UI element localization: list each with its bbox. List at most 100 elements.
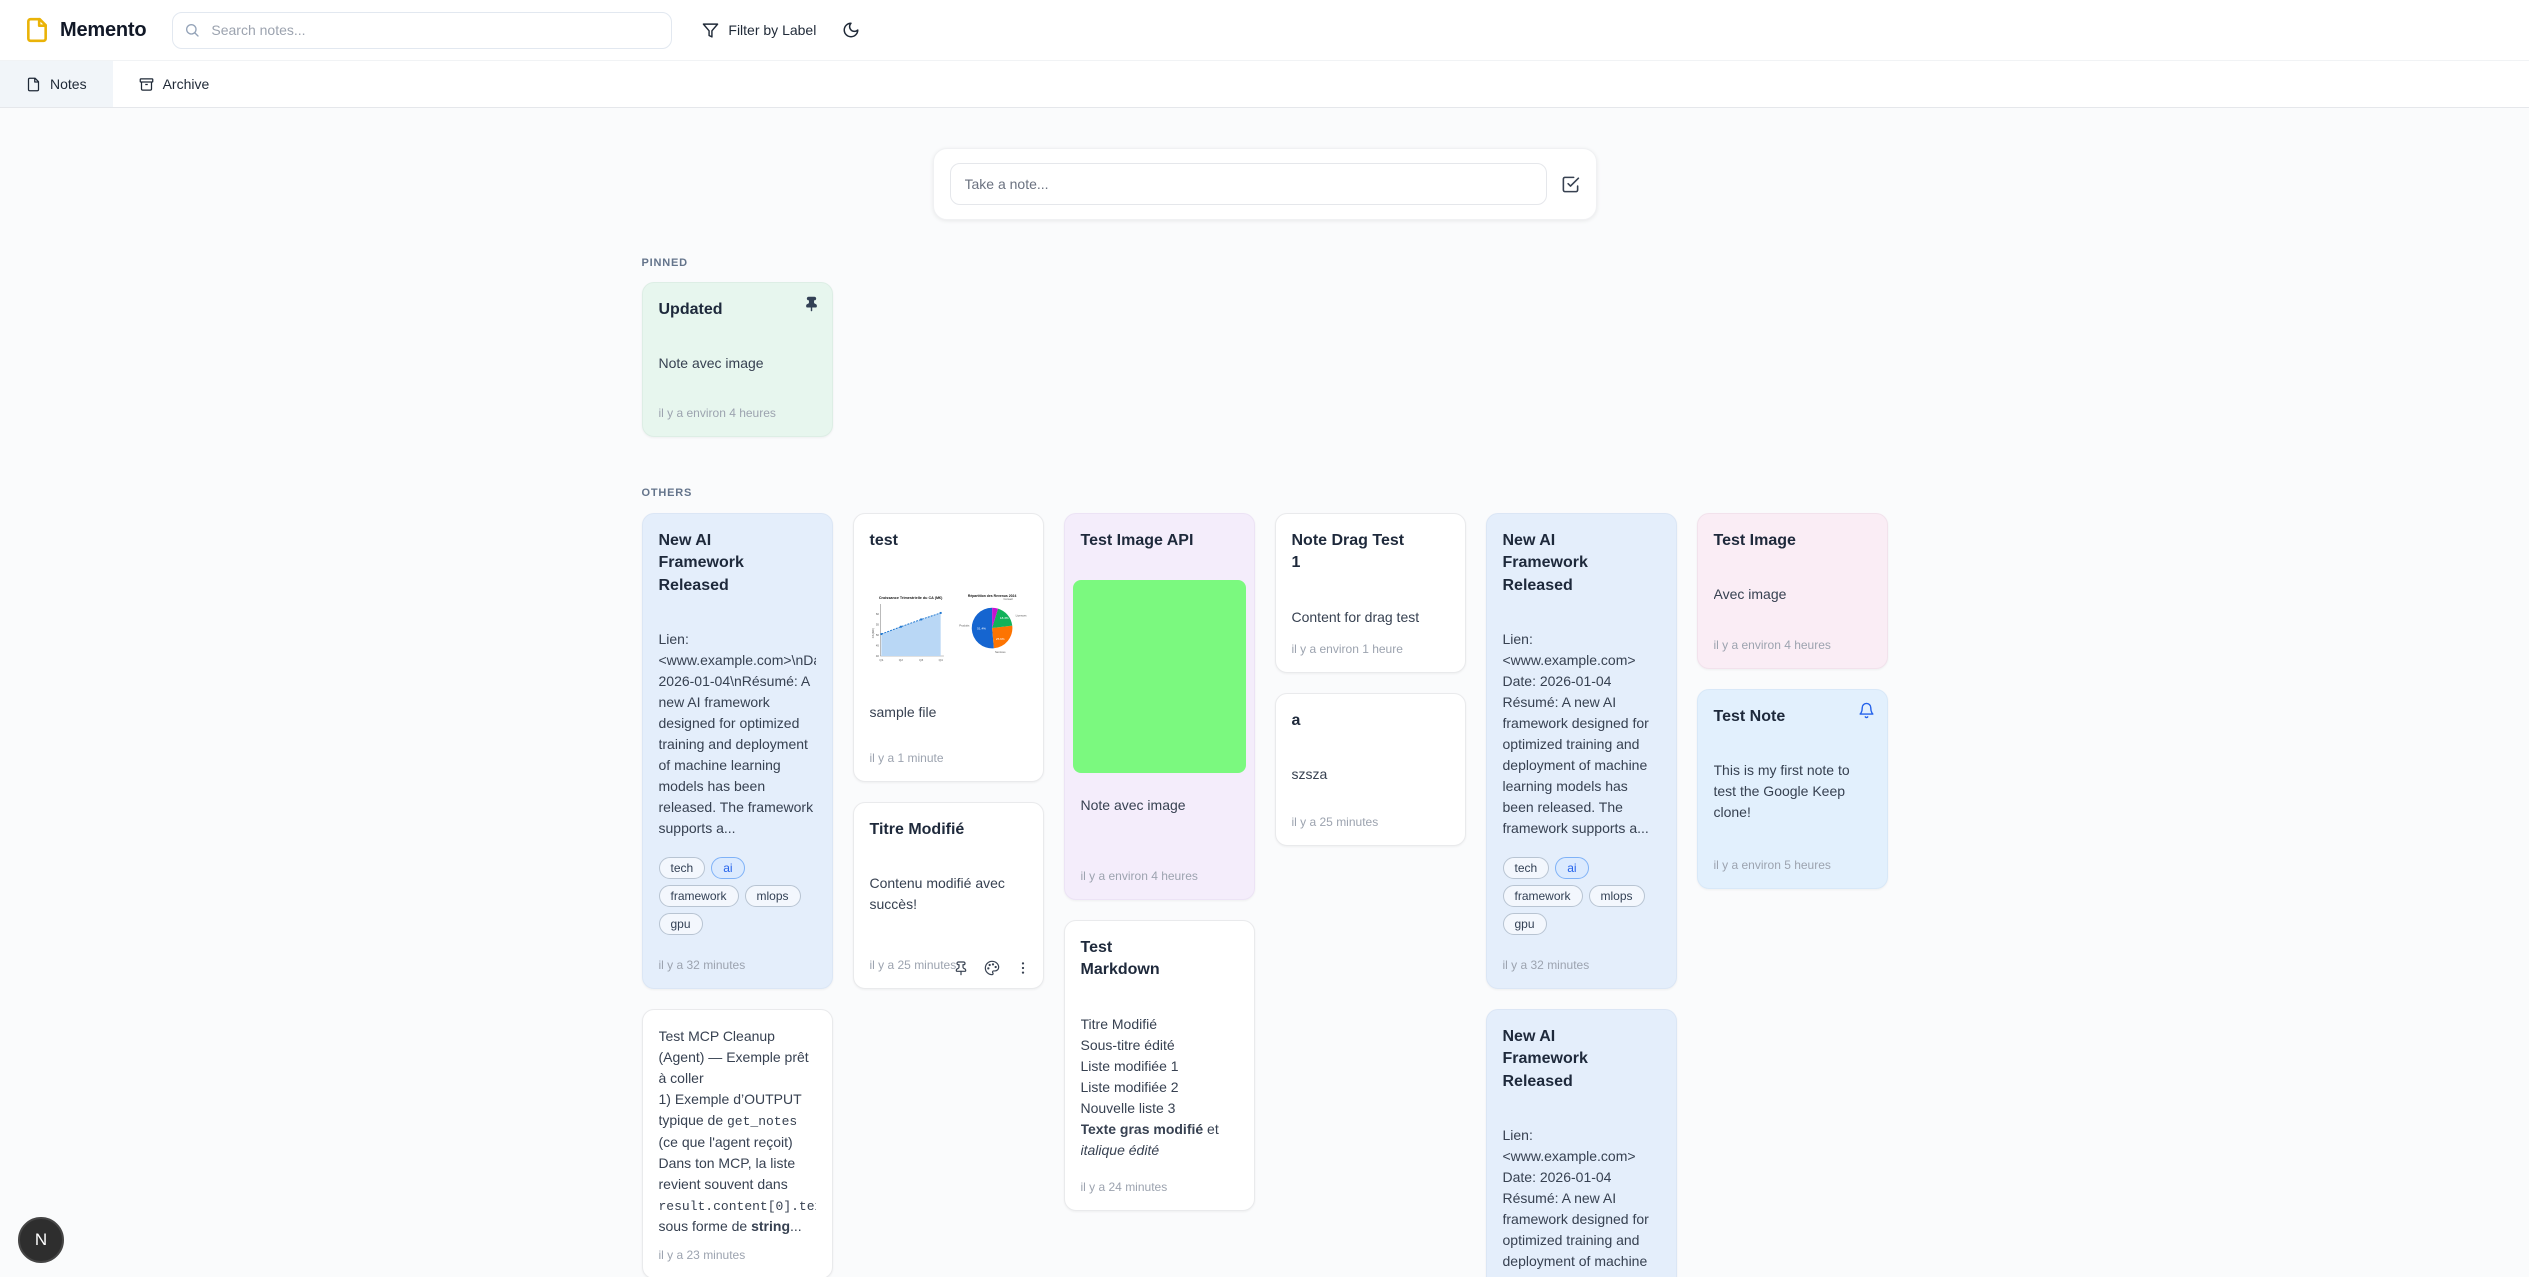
note-card-test[interactable]: test Croissance Trimestrielle du CA (M€): [853, 513, 1044, 782]
note-content: Titre Modifié Sous-titre édité Liste mod…: [1081, 1014, 1238, 1166]
file-icon: [26, 77, 41, 92]
note-logo-icon: [24, 17, 50, 43]
search-box: [172, 12, 672, 49]
label-chip[interactable]: ai: [711, 857, 744, 879]
note-image-green: [1073, 580, 1246, 773]
note-card-new-ai-framework-3[interactable]: New AI Framework Released Lien: <www.exa…: [1486, 1009, 1677, 1277]
note-title: Note Drag Test 1: [1292, 530, 1449, 575]
svg-text:51.4%: 51.4%: [977, 627, 986, 631]
note-card-test-note[interactable]: Test Note This is my first note to test …: [1697, 689, 1888, 889]
label-chip[interactable]: tech: [659, 857, 706, 879]
svg-text:Produits: Produits: [960, 624, 971, 628]
note-content: sample file: [870, 702, 1027, 723]
reminder-bell-icon[interactable]: [1858, 702, 1875, 719]
app-title: Memento: [60, 19, 146, 42]
note-content: Avec image: [1714, 584, 1871, 605]
note-title: Test Note: [1714, 706, 1871, 728]
note-card-titre-modifie[interactable]: Titre Modifié Contenu modifié avec succè…: [853, 802, 1044, 989]
label-chip[interactable]: gpu: [659, 913, 703, 935]
note-content: Note avec image: [1081, 795, 1238, 816]
more-options-icon[interactable]: [1015, 960, 1031, 976]
note-card-test-mcp-cleanup[interactable]: Test MCP Cleanup (Agent) — Exemple prêt …: [642, 1009, 833, 1277]
note-title: Test Image API: [1081, 530, 1238, 552]
grid-column: Test Image API Note avec image il y a en…: [1064, 513, 1255, 1211]
take-a-note-input[interactable]: [950, 163, 1547, 205]
tab-archive-label: Archive: [163, 76, 210, 92]
app-header: Memento Filter by Label: [0, 0, 2529, 60]
note-timestamp: il y a 23 minutes: [659, 1248, 746, 1262]
pinned-section-label: PINNED: [642, 257, 1888, 269]
svg-text:Q4: Q4: [938, 658, 942, 662]
note-timestamp: il y a environ 4 heures: [659, 406, 776, 420]
label-chip[interactable]: tech: [1503, 857, 1550, 879]
note-title: New AI Framework Released: [1503, 1026, 1660, 1093]
note-card-a[interactable]: a szsza il y a 25 minutes: [1275, 693, 1466, 846]
checkbox-icon: [1561, 175, 1580, 194]
note-timestamp: il y a 1 minute: [870, 751, 944, 765]
archive-icon: [139, 77, 154, 92]
label-chip[interactable]: gpu: [1503, 913, 1547, 935]
note-content: This is my first note to test the Google…: [1714, 760, 1871, 823]
pin-outline-icon[interactable]: [953, 960, 969, 976]
svg-text:55: 55: [875, 623, 879, 627]
svg-text:Services: Services: [995, 651, 1006, 655]
moon-icon: [842, 21, 860, 39]
app-logo: Memento: [24, 17, 146, 43]
tab-archive[interactable]: Archive: [113, 61, 236, 107]
note-title: Updated: [659, 299, 816, 321]
svg-text:25.6%: 25.6%: [996, 638, 1005, 642]
note-card-test-image-api[interactable]: Test Image API Note avec image il y a en…: [1064, 513, 1255, 900]
main-area: PINNED Updated Note avec image il y a en…: [0, 108, 2529, 1277]
search-icon: [184, 22, 200, 38]
svg-text:45: 45: [875, 644, 879, 648]
label-chip[interactable]: ai: [1555, 857, 1588, 879]
grid-column: New AI Framework Released Lien: <www.exa…: [1486, 513, 1677, 1277]
dev-tools-button[interactable]: N: [18, 1217, 64, 1263]
others-section-label: OTHERS: [642, 487, 1888, 499]
label-chip[interactable]: mlops: [745, 885, 801, 907]
tab-notes[interactable]: Notes: [0, 61, 113, 107]
pin-icon[interactable]: [803, 295, 820, 312]
pie-chart-thumbnail: Répartition des Revenus 2024 51.4% 25.6%…: [958, 584, 1026, 664]
note-card-test-markdown[interactable]: Test Markdown Titre Modifié Sous-titre é…: [1064, 920, 1255, 1211]
svg-text:Licences: Licences: [1016, 614, 1027, 618]
filter-by-label-button[interactable]: Filter by Label: [702, 22, 816, 39]
svg-text:Q2: Q2: [898, 658, 902, 662]
note-timestamp: il y a 25 minutes: [1292, 815, 1379, 829]
label-chip[interactable]: framework: [659, 885, 739, 907]
grid-column: Test Image Avec image il y a environ 4 h…: [1697, 513, 1888, 889]
inline-code: result.content[0].tex: [659, 1199, 816, 1214]
note-card-note-drag-test[interactable]: Note Drag Test 1 Content for drag test i…: [1275, 513, 1466, 673]
note-timestamp: il y a 32 minutes: [1503, 958, 1590, 972]
note-title: New AI Framework Released: [1503, 530, 1660, 597]
notes-grid: New AI Framework Released Lien: <www.exa…: [642, 513, 1888, 1277]
new-checklist-button[interactable]: [1561, 175, 1580, 194]
label-chip[interactable]: mlops: [1589, 885, 1645, 907]
note-card-new-ai-framework-2[interactable]: New AI Framework Released Lien: <www.exa…: [1486, 513, 1677, 989]
note-content: Lien: <www.example.com>\nDate: 2026-01-0…: [659, 629, 816, 839]
grid-column: New AI Framework Released Lien: <www.exa…: [642, 513, 833, 1277]
svg-text:60: 60: [875, 612, 879, 616]
theme-toggle-button[interactable]: [842, 21, 860, 39]
note-title: Test Image: [1714, 530, 1871, 552]
note-content: Lien: <www.example.com> Date: 2026-01-04…: [1503, 629, 1660, 839]
note-card-updated[interactable]: Updated Note avec image il y a environ 4…: [642, 282, 833, 437]
note-timestamp: il y a environ 4 heures: [1714, 638, 1831, 652]
note-title: test: [870, 530, 1027, 552]
note-card-new-ai-framework[interactable]: New AI Framework Released Lien: <www.exa…: [642, 513, 833, 989]
note-card-test-image[interactable]: Test Image Avec image il y a environ 4 h…: [1697, 513, 1888, 669]
svg-text:Q1: Q1: [879, 658, 883, 662]
svg-text:40: 40: [875, 655, 879, 659]
svg-text:50: 50: [875, 633, 879, 637]
note-content: Test MCP Cleanup (Agent) — Exemple prêt …: [659, 1026, 816, 1234]
note-title: New AI Framework Released: [659, 530, 816, 597]
search-input[interactable]: [172, 12, 672, 49]
svg-text:4.7%: 4.7%: [992, 603, 999, 607]
svg-text:18.3%: 18.3%: [1000, 617, 1009, 621]
note-timestamp: il y a environ 1 heure: [1292, 642, 1403, 656]
svg-text:Croissance Trimestrielle du CA: Croissance Trimestrielle du CA (M€): [878, 597, 942, 601]
palette-icon[interactable]: [984, 960, 1000, 976]
label-chip[interactable]: framework: [1503, 885, 1583, 907]
note-content: Content for drag test: [1292, 607, 1449, 628]
svg-text:Q3: Q3: [919, 658, 923, 662]
